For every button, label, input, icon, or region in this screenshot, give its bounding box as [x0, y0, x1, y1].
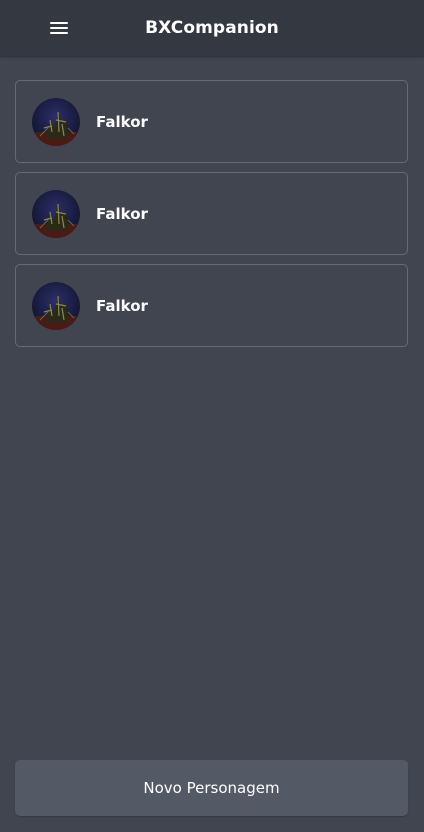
- character-name: Falkor: [96, 112, 148, 131]
- character-name: Falkor: [96, 204, 148, 223]
- app-header: BXCompanion: [0, 0, 424, 56]
- new-character-button[interactable]: Novo Personagem: [15, 760, 408, 816]
- app-screen: BXCompanion Falkor Falkor Falkor Novo Pe…: [0, 0, 424, 832]
- character-avatar: [32, 97, 80, 146]
- character-name: Falkor: [96, 296, 148, 315]
- character-card[interactable]: Falkor: [15, 172, 408, 255]
- character-avatar: [32, 281, 80, 330]
- character-list: Falkor Falkor Falkor: [15, 80, 408, 356]
- app-title: BXCompanion: [145, 18, 279, 38]
- character-avatar: [32, 189, 80, 238]
- character-card[interactable]: Falkor: [15, 264, 408, 347]
- character-card[interactable]: Falkor: [15, 80, 408, 163]
